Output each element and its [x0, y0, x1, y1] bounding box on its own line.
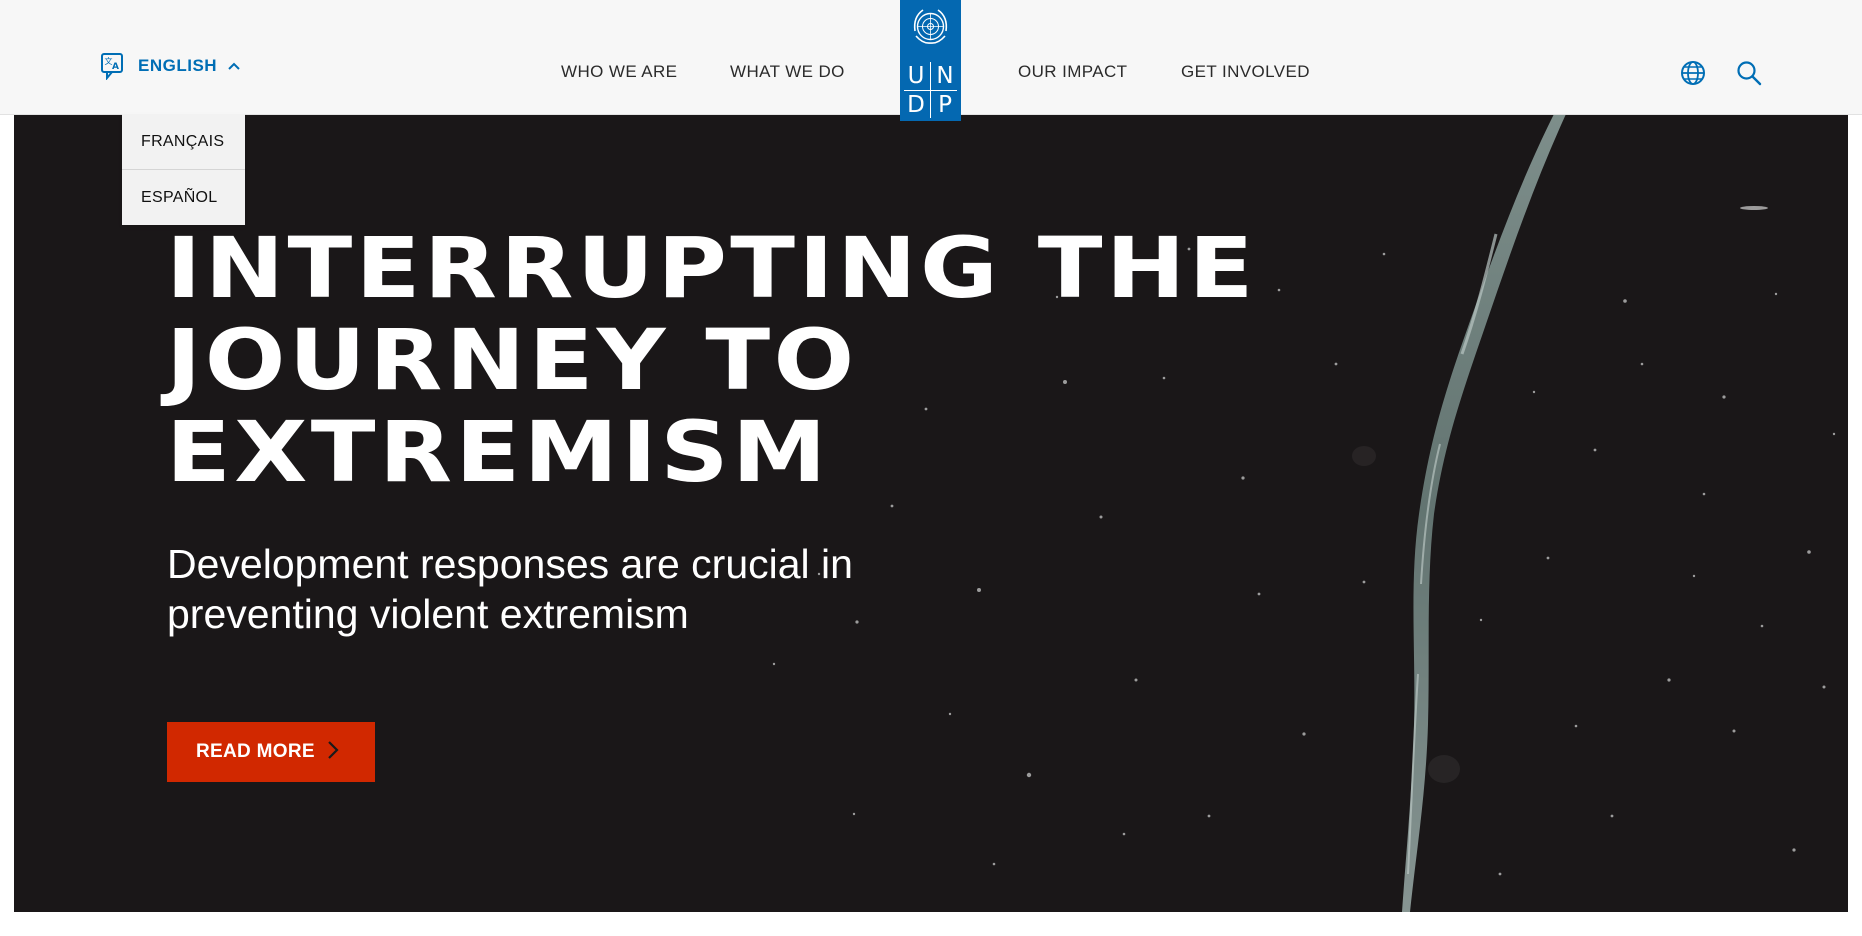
language-dropdown: FRANÇAIS ESPAÑOL: [122, 114, 245, 225]
nav-get-involved[interactable]: GET INVOLVED: [1181, 62, 1310, 82]
hero-subtitle: Development responses are crucial in pre…: [167, 541, 853, 637]
read-more-button[interactable]: READ MORE: [167, 722, 375, 782]
translate-icon: 文 A: [100, 52, 128, 80]
logo-letter-d: D: [907, 92, 925, 118]
site-header: 文 A ENGLISH WHO WE ARE WHAT WE DO OUR IM…: [0, 0, 1862, 121]
read-more-label: READ MORE: [196, 741, 315, 762]
logo-letter-p: P: [938, 92, 952, 118]
chevron-up-icon: [227, 61, 241, 71]
svg-text:A: A: [112, 62, 119, 72]
hero-title: INTERRUPTING THE JOURNEY TO EXTREMISM: [166, 219, 1257, 501]
logo-letter-n: N: [936, 63, 954, 89]
hero-banner: INTERRUPTING THE JOURNEY TO EXTREMISM De…: [14, 114, 1848, 912]
chevron-right-icon: [327, 740, 339, 765]
logo-divider-horizontal: [904, 90, 957, 91]
language-option-francais[interactable]: FRANÇAIS: [122, 114, 245, 169]
nav-our-impact[interactable]: OUR IMPACT: [1018, 62, 1127, 82]
language-option-espanol[interactable]: ESPAÑOL: [122, 170, 245, 225]
current-language: ENGLISH: [138, 56, 218, 75]
logo-letter-u: U: [907, 63, 925, 89]
nav-what-we-do[interactable]: WHAT WE DO: [730, 62, 845, 82]
undp-logo[interactable]: U N D P: [900, 0, 961, 121]
globe-icon[interactable]: [1679, 59, 1707, 87]
language-selector[interactable]: 文 A ENGLISH: [100, 52, 241, 80]
nav-who-we-are[interactable]: WHO WE ARE: [561, 62, 677, 82]
un-emblem-icon: [907, 3, 954, 55]
search-icon[interactable]: [1735, 59, 1763, 87]
